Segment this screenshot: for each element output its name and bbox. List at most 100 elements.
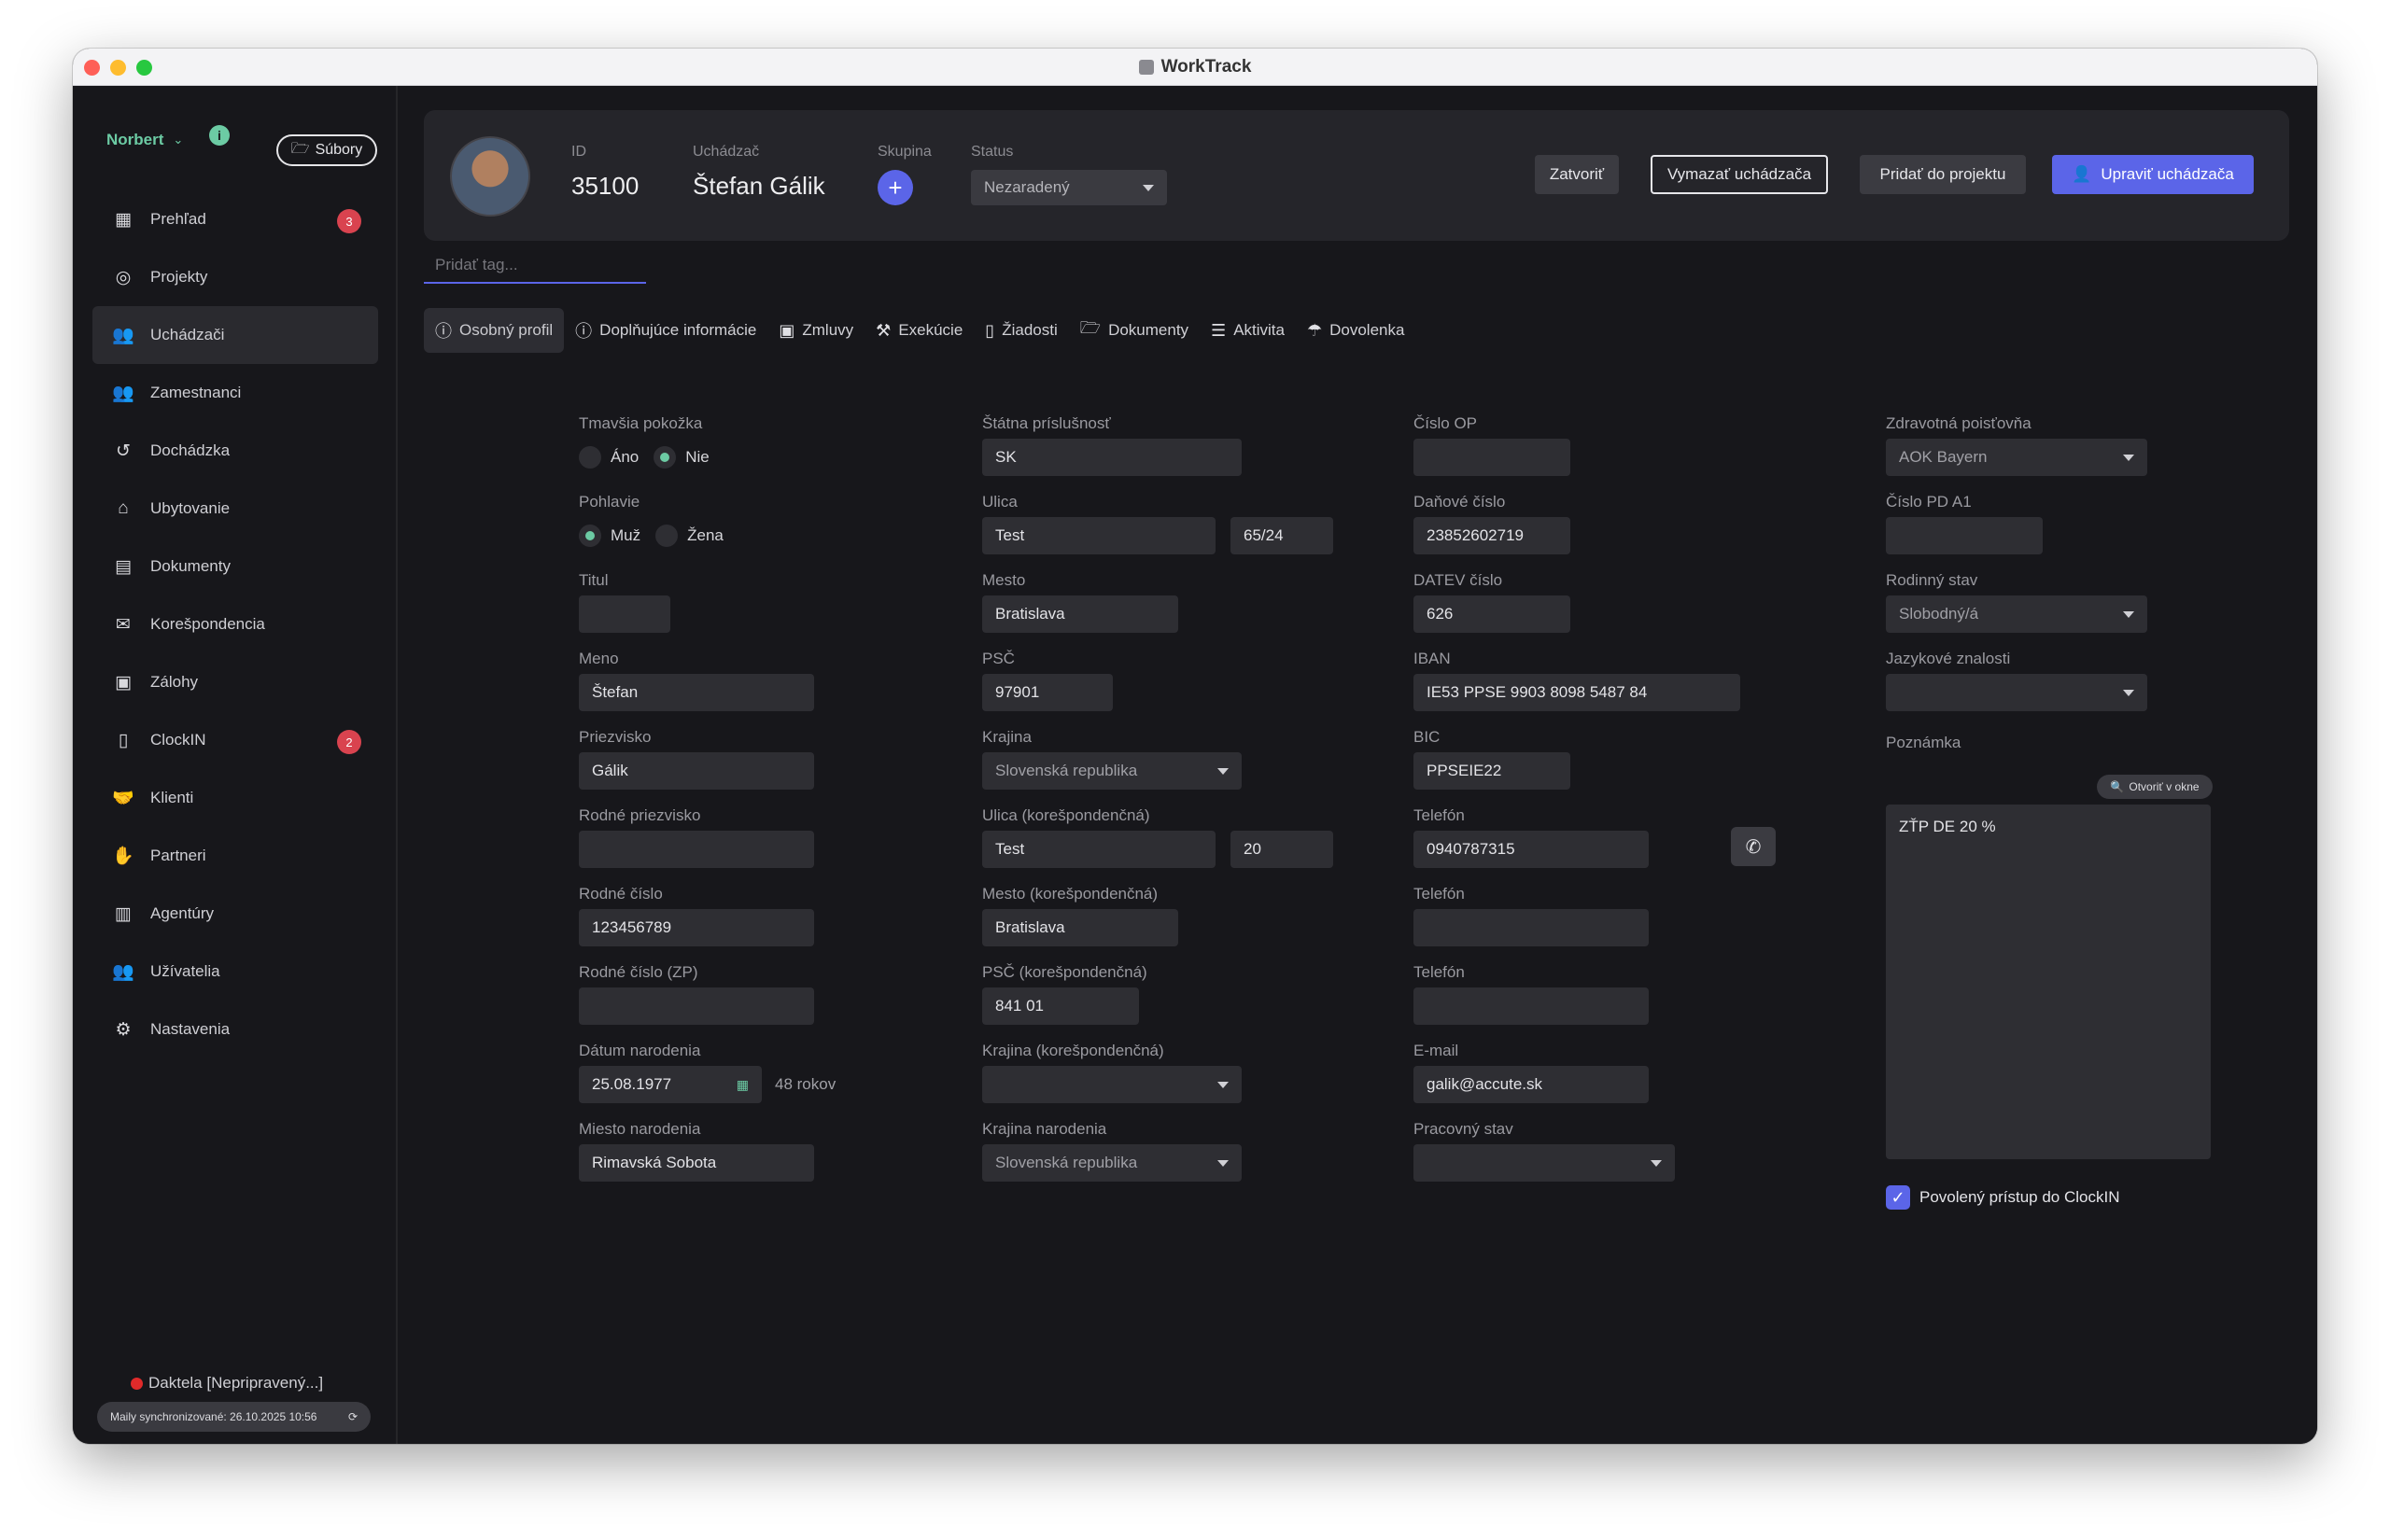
corr-zip-input[interactable]: 841 01 — [982, 987, 1139, 1025]
birth-country-select[interactable]: Slovenská republika — [982, 1144, 1242, 1182]
sidebar-item-dochadzka[interactable]: ↺ Dochádzka — [92, 422, 378, 480]
birth-place-input[interactable]: Rimavská Sobota — [579, 1144, 814, 1182]
tag-input[interactable]: Pridať tag... — [424, 250, 646, 284]
sidebar-item-label: Agentúry — [150, 904, 215, 922]
phone-icon: ✆ — [1745, 836, 1762, 858]
window-title-text: WorkTrack — [1160, 56, 1252, 77]
work-status-select[interactable] — [1413, 1144, 1675, 1182]
last-name-field: Priezvisko Gálik — [579, 728, 814, 790]
status-select[interactable]: Nezaradený — [971, 170, 1167, 205]
city-input[interactable]: Bratislava — [982, 595, 1178, 633]
birth-number-input[interactable]: 123456789 — [579, 909, 814, 946]
id-card-input[interactable] — [1413, 439, 1570, 476]
sidebar-item-dokumenty[interactable]: ▤ Dokumenty — [92, 538, 378, 595]
tab-aktivita[interactable]: ☰ Aktivita — [1200, 308, 1296, 353]
sidebar-item-ubytovanie[interactable]: ⌂ Ubytovanie — [92, 480, 378, 538]
tab-zmluvy[interactable]: ▣ Zmluvy — [767, 308, 865, 353]
window-maximize-button[interactable] — [136, 60, 152, 76]
phone1-input[interactable]: 0940787315 — [1413, 831, 1649, 868]
edit-candidate-button[interactable]: 👤 Upraviť uchádzača — [2052, 155, 2254, 194]
tab-exekucie[interactable]: ⚒ Exekúcie — [865, 308, 974, 353]
corr-street-input[interactable]: Test — [982, 831, 1216, 868]
tab-doplnujuce-informacie[interactable]: ⓘ Doplňujúce informácie — [564, 308, 767, 353]
dark-skin-no-radio[interactable]: Nie — [654, 446, 710, 469]
bic-input[interactable]: PPSEIE22 — [1413, 752, 1570, 790]
phone2-input[interactable] — [1413, 909, 1649, 946]
sidebar-item-uchadzaci[interactable]: 👥 Uchádzači — [92, 306, 378, 364]
corr-street-number-input[interactable]: 20 — [1230, 831, 1333, 868]
sidebar-item-label: Užívatelia — [150, 962, 220, 980]
refresh-icon[interactable]: ⟳ — [348, 1410, 358, 1423]
dark-skin-field: Tmavšia pokožka Áno Nie — [579, 414, 710, 476]
birth-surname-input[interactable] — [579, 831, 814, 868]
info-icon[interactable]: i — [209, 125, 230, 146]
tab-ziadosti[interactable]: ▯ Žiadosti — [974, 308, 1068, 353]
add-to-project-button[interactable]: Pridať do projektu — [1860, 155, 2026, 194]
insurance-select[interactable]: AOK Bayern — [1886, 439, 2147, 476]
sidebar-item-projekty[interactable]: ◎ Projekty — [92, 248, 378, 306]
title-input[interactable] — [579, 595, 670, 633]
clockin-access-checkbox[interactable]: ✓ Povolený prístup do ClockIN — [1886, 1185, 2120, 1210]
status-value: Nezaradený — [984, 178, 1070, 196]
window-close-button[interactable] — [84, 60, 100, 76]
citizenship-field: Štátna príslušnosť SK — [982, 414, 1242, 476]
calendar-icon[interactable]: ▦ — [737, 1077, 749, 1093]
projects-icon: ◎ — [115, 267, 132, 287]
tab-label: Zmluvy — [802, 321, 854, 339]
sidebar-item-zamestnanci[interactable]: 👥 Zamestnanci — [92, 364, 378, 422]
email-input[interactable]: galik@accute.sk — [1413, 1066, 1649, 1103]
files-button[interactable]: 🗁 Súbory — [276, 134, 377, 166]
window-minimize-button[interactable] — [110, 60, 126, 76]
sidebar-item-zalohy[interactable]: ▣ Zálohy — [92, 653, 378, 711]
corr-city-input[interactable]: Bratislava — [982, 909, 1178, 946]
street-number-input[interactable]: 65/24 — [1230, 517, 1333, 554]
notification-badge: 2 — [337, 730, 361, 754]
sidebar-item-korespondencia[interactable]: ✉ Korešpondencia — [92, 595, 378, 653]
gender-male-radio[interactable]: Muž — [579, 525, 640, 547]
mail-sync-status[interactable]: Maily synchronizované: 26.10.2025 10:56 … — [97, 1402, 371, 1432]
gender-female-radio[interactable]: Žena — [655, 525, 724, 547]
tax-number-field: Daňové číslo 23852602719 — [1413, 493, 1570, 554]
note-textarea[interactable]: ZŤP DE 20 % — [1886, 805, 2211, 1159]
country-select[interactable]: Slovenská republika — [982, 752, 1242, 790]
tax-number-input[interactable]: 23852602719 — [1413, 517, 1570, 554]
chevron-down-icon: ⌄ — [173, 133, 184, 147]
delete-candidate-button[interactable]: Vymazať uchádzača — [1651, 155, 1828, 194]
sidebar-item-uzivatelia[interactable]: 👥 Užívatelia — [92, 943, 378, 1001]
tab-osobny-profil[interactable]: ⓘ Osobný profil — [424, 308, 565, 353]
close-button[interactable]: Zatvoriť — [1535, 155, 1619, 194]
sidebar-item-klienti[interactable]: 🤝 Klienti — [92, 769, 378, 827]
sidebar-item-agentury[interactable]: ▥ Agentúry — [92, 885, 378, 943]
datev-input[interactable]: 626 — [1413, 595, 1570, 633]
languages-select[interactable] — [1886, 674, 2147, 711]
first-name-input[interactable]: Štefan — [579, 674, 814, 711]
birth-date-input[interactable]: 25.08.1977 ▦ — [579, 1066, 762, 1103]
birth-number-zp-input[interactable] — [579, 987, 814, 1025]
iban-input[interactable]: IE53 PPSE 9903 8098 5487 84 — [1413, 674, 1740, 711]
tab-dovolenka[interactable]: ☂ Dovolenka — [1296, 308, 1415, 353]
marital-select[interactable]: Slobodný/á — [1886, 595, 2147, 633]
dark-skin-yes-radio[interactable]: Áno — [579, 446, 639, 469]
phone3-input[interactable] — [1413, 987, 1649, 1025]
last-name-input[interactable]: Gálik — [579, 752, 814, 790]
corr-country-field: Krajina (korešpondenčná) — [982, 1042, 1242, 1103]
sidebar-item-prehlad[interactable]: ▦ Prehľad 3 — [92, 190, 378, 248]
call-button[interactable]: ✆ — [1731, 827, 1776, 866]
tab-label: Exekúcie — [898, 321, 963, 339]
zip-input[interactable]: 97901 — [982, 674, 1113, 711]
open-in-window-button[interactable]: 🔍 Otvoriť v okne — [2097, 775, 2213, 799]
daktela-status[interactable]: Daktela [Nepripravený...] — [131, 1374, 323, 1393]
corr-country-select[interactable] — [982, 1066, 1242, 1103]
first-name-field: Meno Štefan — [579, 650, 814, 711]
citizenship-input[interactable]: SK — [982, 439, 1242, 476]
sidebar-item-partneri[interactable]: ✋ Partneri — [92, 827, 378, 885]
sidebar: Norbert ⌄ i 🗁 Súbory ▦ Prehľad 3 ◎ Proje… — [73, 86, 398, 1444]
add-group-button[interactable]: + — [878, 170, 913, 205]
user-menu[interactable]: Norbert ⌄ — [106, 131, 183, 149]
envelope-icon: ✉ — [116, 614, 131, 635]
sidebar-item-nastavenia[interactable]: ⚙ Nastavenia — [92, 1001, 378, 1058]
street-input[interactable]: Test — [982, 517, 1216, 554]
sidebar-item-clockin[interactable]: ▯ ClockIN 2 — [92, 711, 378, 769]
tab-dokumenty[interactable]: 🗁 Dokumenty — [1069, 308, 1200, 353]
pd-a1-input[interactable] — [1886, 517, 2043, 554]
